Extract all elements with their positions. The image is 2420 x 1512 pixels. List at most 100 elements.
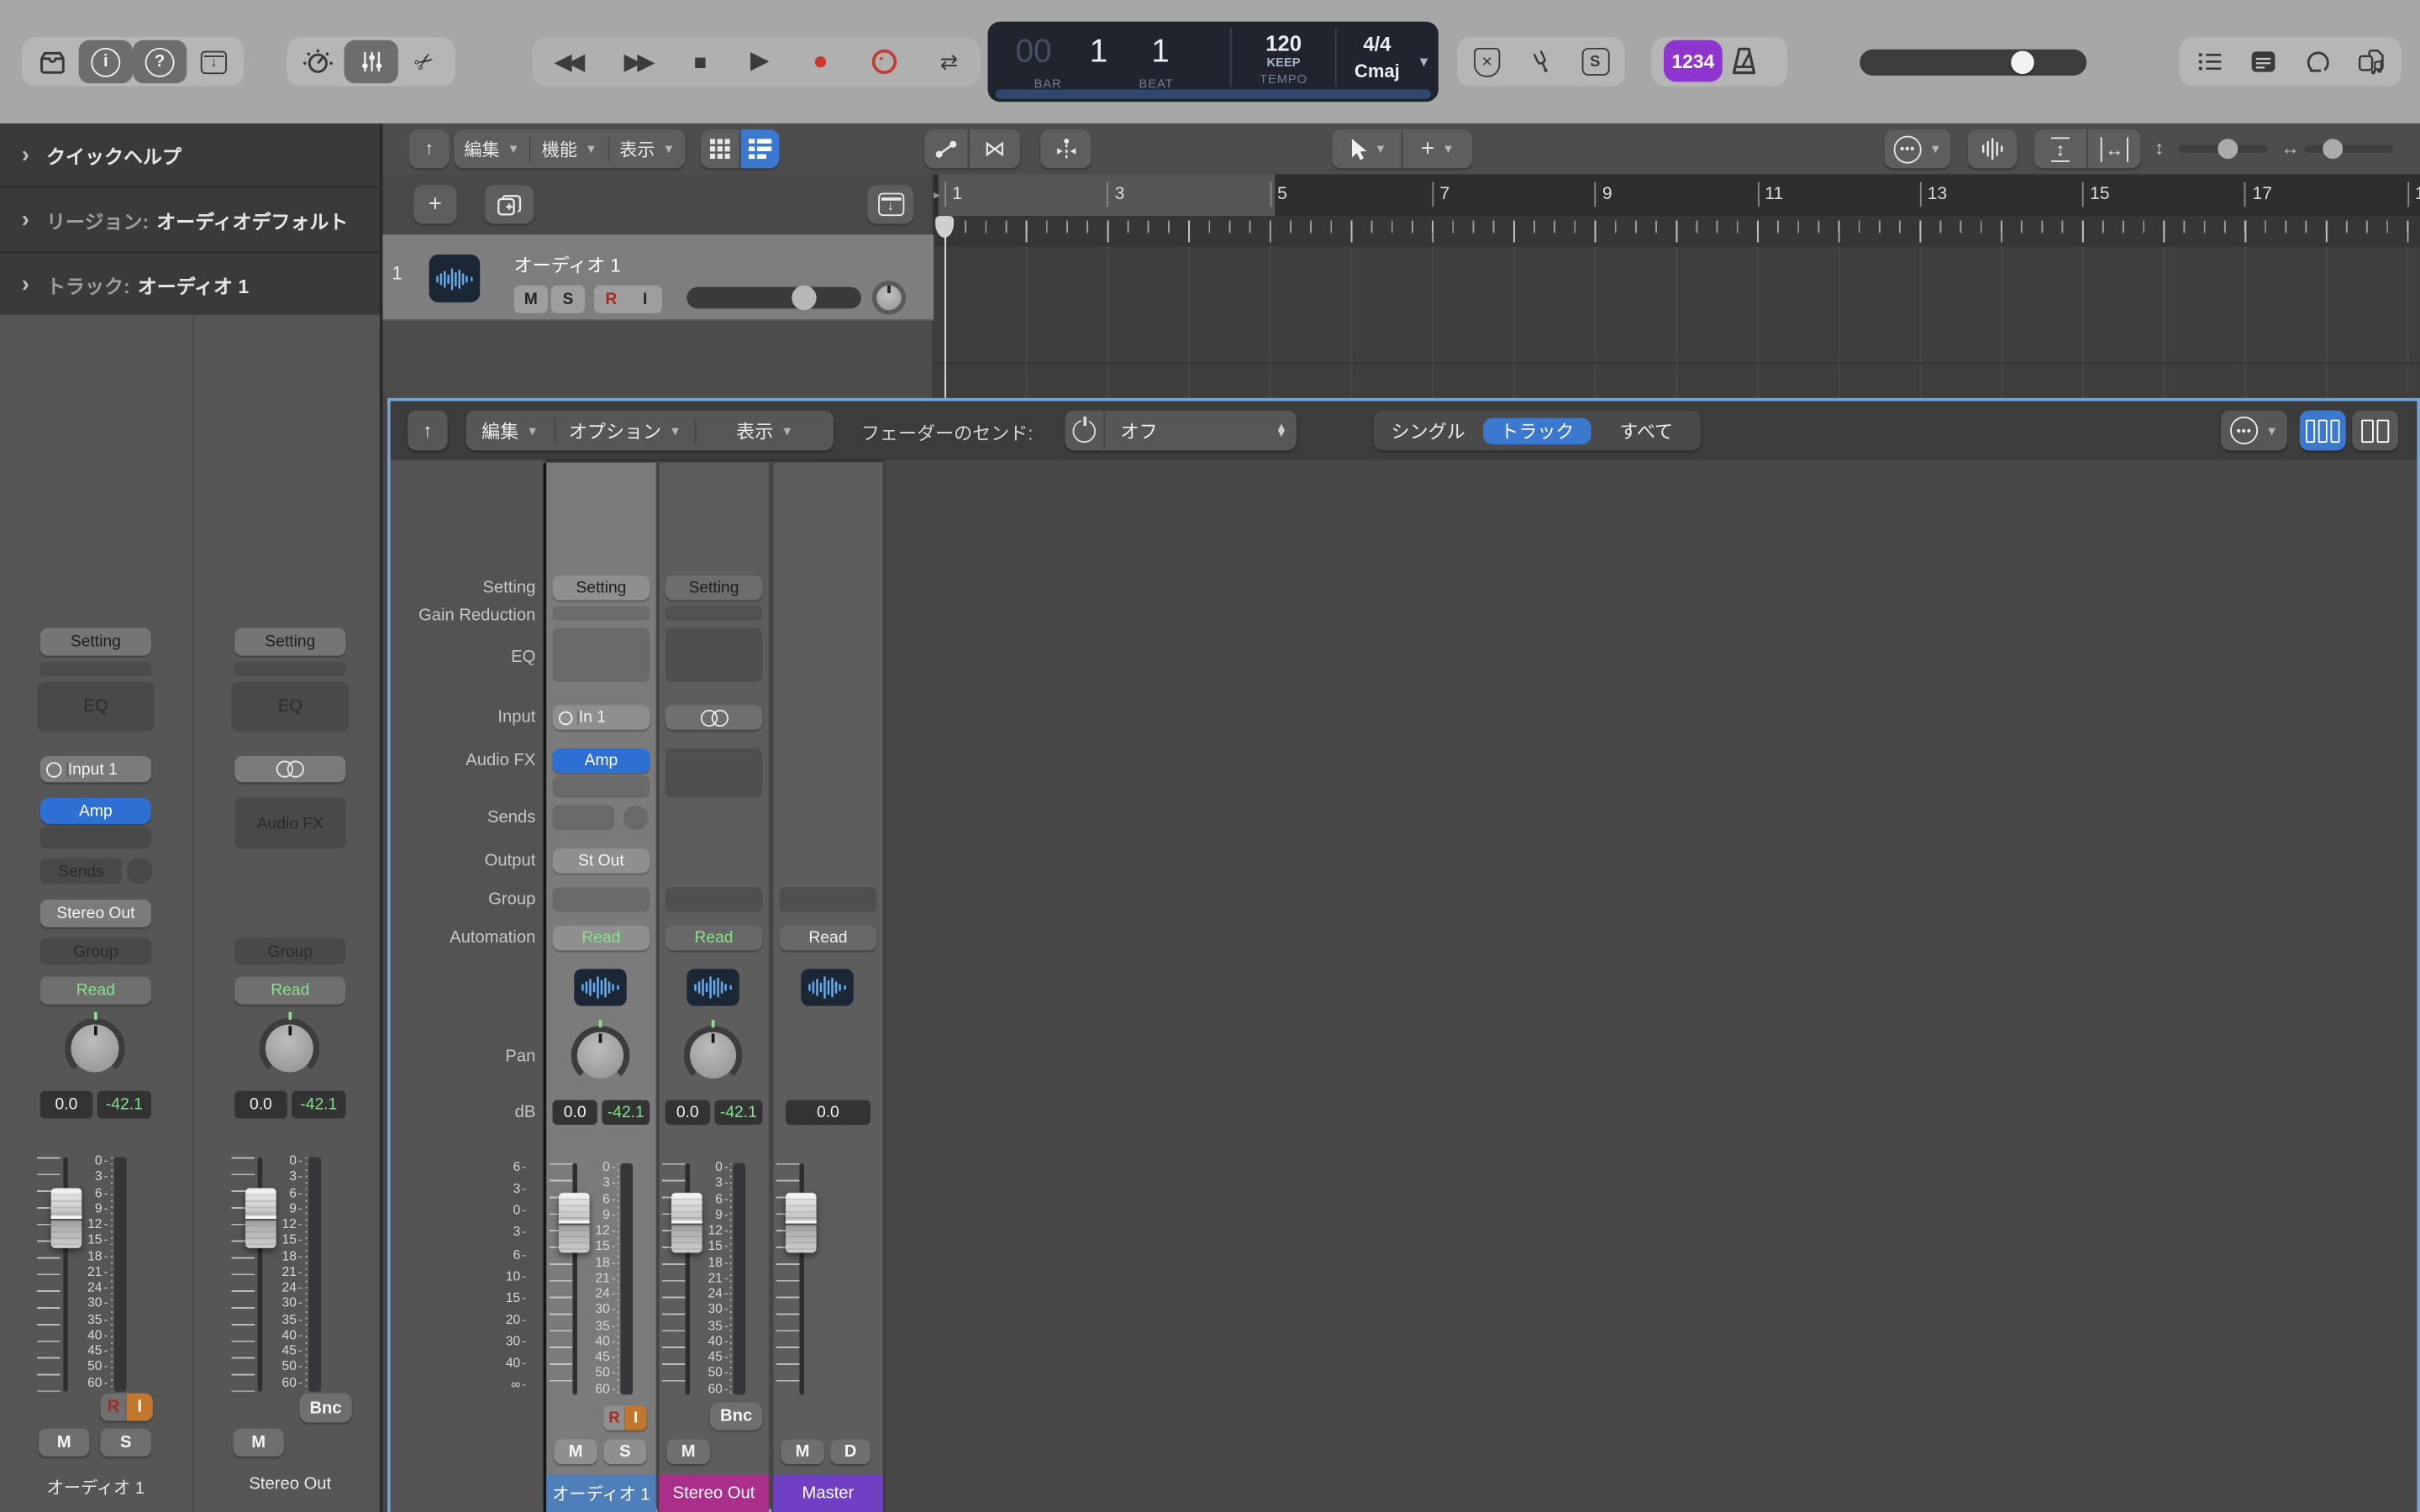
input-monitor-button[interactable]: I <box>625 1405 647 1430</box>
volume-value[interactable]: 0.0 <box>234 1091 287 1119</box>
track-options-button[interactable]: •••▼ <box>1885 129 1951 168</box>
track-solo-button[interactable]: S <box>551 286 585 313</box>
power-toggle[interactable] <box>1065 411 1105 451</box>
track-icon[interactable] <box>687 969 739 1005</box>
grid-view-button[interactable] <box>701 129 739 168</box>
replace-cycle-button[interactable]: ⇄ <box>940 51 959 73</box>
mute-button[interactable]: M <box>233 1429 284 1457</box>
group-slot[interactable]: Group <box>40 938 151 964</box>
view-tracks-button[interactable]: トラック <box>1482 417 1591 444</box>
mute-button[interactable]: M <box>554 1440 597 1464</box>
sends-slot[interactable] <box>553 806 614 830</box>
bar-ruler[interactable]: ▶ 135791113151719 <box>934 175 2420 217</box>
automation-button[interactable] <box>924 129 967 168</box>
automation-mode-button[interactable]: Read <box>666 926 763 950</box>
mixer-button[interactable] <box>345 40 398 83</box>
input-mode-icon[interactable] <box>553 711 579 725</box>
group-slot[interactable]: Group <box>234 938 345 964</box>
input-monitor-button[interactable]: I <box>127 1394 153 1421</box>
output-button[interactable]: St Out <box>553 848 650 873</box>
setting-button[interactable]: Setting <box>553 575 650 600</box>
bounce-button[interactable]: Bnc <box>299 1394 351 1423</box>
mixer-strip-audio1[interactable]: Setting In 1 Amp St Out Read 0.0 -42.1 0 <box>544 463 656 1512</box>
command-tool-button[interactable]: +▼ <box>1403 129 1473 168</box>
view-single-button[interactable]: シングル <box>1374 417 1483 444</box>
track-icon[interactable] <box>801 969 853 1005</box>
track-list-empty[interactable] <box>383 321 934 398</box>
eq-slot[interactable] <box>666 628 763 682</box>
menu-view[interactable]: 表示▼ <box>609 137 686 161</box>
eq-slot[interactable]: EQ <box>232 682 350 732</box>
mixer-menu-view[interactable]: 表示▼ <box>696 417 833 444</box>
fader-cap[interactable] <box>559 1193 590 1253</box>
setting-button[interactable]: Setting <box>234 628 345 656</box>
pan-knob[interactable] <box>684 1026 743 1084</box>
tuner-button[interactable] <box>1514 40 1568 83</box>
back-button[interactable]: ↑ <box>409 129 450 168</box>
volume-value[interactable]: 0.0 <box>786 1100 871 1125</box>
mixer-back-button[interactable]: ↑ <box>408 411 448 451</box>
volume-value[interactable]: 0.0 <box>666 1100 710 1125</box>
setting-button[interactable]: Setting <box>40 628 151 656</box>
metronome-button[interactable] <box>1727 45 1760 78</box>
fader-cap[interactable] <box>786 1193 817 1253</box>
peak-value[interactable]: -42.1 <box>602 1100 650 1125</box>
track-input-monitor-button[interactable]: I <box>629 286 662 313</box>
audio-fx-empty-slot[interactable] <box>40 827 151 848</box>
solo-button[interactable]: S <box>603 1440 646 1464</box>
automation-mode-button[interactable]: Read <box>553 926 650 950</box>
volume-value[interactable]: 0.0 <box>40 1091 92 1119</box>
track-icon[interactable] <box>574 969 626 1005</box>
bounce-button[interactable]: Bnc <box>710 1403 762 1431</box>
track-icon[interactable] <box>429 255 481 302</box>
splice-button[interactable] <box>1040 129 1092 168</box>
stop-button[interactable]: ■ <box>694 51 708 73</box>
mixer-options-button[interactable]: •••▼ <box>2221 411 2287 451</box>
menu-function[interactable]: 機能▼ <box>531 137 608 161</box>
audio-fx-slot[interactable] <box>666 748 763 798</box>
group-slot[interactable] <box>780 887 877 911</box>
peak-value[interactable]: -42.1 <box>97 1091 151 1119</box>
record-enable-button[interactable]: R <box>603 1405 625 1430</box>
beat-ruler[interactable] <box>934 216 2420 247</box>
capture-recording-button[interactable] <box>872 50 897 74</box>
track-pan-knob[interactable] <box>872 281 906 314</box>
editors-button[interactable]: ✂ <box>398 40 452 83</box>
lcd-display[interactable]: 00 1 1 BAR BEAT 120 KEEP TEMPO 4/4 Cmaj … <box>988 22 1439 102</box>
strip-nameplate[interactable]: Master <box>773 1475 882 1512</box>
audio-fx-amp-button[interactable]: Amp <box>553 748 650 773</box>
pan-knob[interactable] <box>65 1018 125 1079</box>
menu-edit[interactable]: 編集▼ <box>454 137 531 161</box>
quick-help-header[interactable]: › クイックヘルプ <box>0 123 380 188</box>
fader-cap[interactable] <box>51 1188 82 1248</box>
record-button[interactable]: ● <box>813 46 829 77</box>
note-pads-button[interactable] <box>2236 40 2290 83</box>
pointer-tool-button[interactable]: ▼ <box>1332 129 1402 168</box>
dim-button[interactable]: D <box>830 1440 871 1464</box>
waveform-zoom-button[interactable] <box>1968 129 2018 168</box>
quick-help-button[interactable]: ? <box>133 40 187 83</box>
vertical-zoom-thumb[interactable] <box>2217 139 2238 159</box>
horizontal-zoom-thumb[interactable] <box>2323 139 2343 159</box>
eq-slot[interactable] <box>553 628 650 682</box>
audio-fx-empty-slot[interactable] <box>553 776 650 798</box>
list-view-button[interactable] <box>741 129 780 168</box>
sends-slot[interactable]: Sends <box>40 858 122 884</box>
automation-mode-button[interactable]: Read <box>40 977 151 1005</box>
flex-button[interactable]: ⋈ <box>969 129 1020 168</box>
strip-name[interactable]: オーディオ 1 <box>13 1475 179 1499</box>
track-sort-button[interactable]: ↓ <box>867 185 913 223</box>
play-button[interactable]: ▶ <box>750 50 770 74</box>
automation-mode-button[interactable]: Read <box>780 926 877 950</box>
mixer-strip-master[interactable]: Read 0.0 M D Master <box>771 463 884 1512</box>
library-button[interactable] <box>24 40 78 83</box>
track-inspector-header[interactable]: › トラック: オーディオ 1 <box>0 253 380 318</box>
pan-knob[interactable] <box>260 1018 320 1079</box>
track-record-button[interactable]: R <box>594 286 628 313</box>
input-mode-icon[interactable] <box>40 761 68 776</box>
volume-value[interactable]: 0.0 <box>553 1100 597 1125</box>
inspector-button[interactable]: i <box>79 40 133 83</box>
mute-button[interactable]: M <box>666 1440 709 1464</box>
setting-button[interactable]: Setting <box>666 575 763 600</box>
count-in-button[interactable]: 1234 <box>1664 40 1723 82</box>
